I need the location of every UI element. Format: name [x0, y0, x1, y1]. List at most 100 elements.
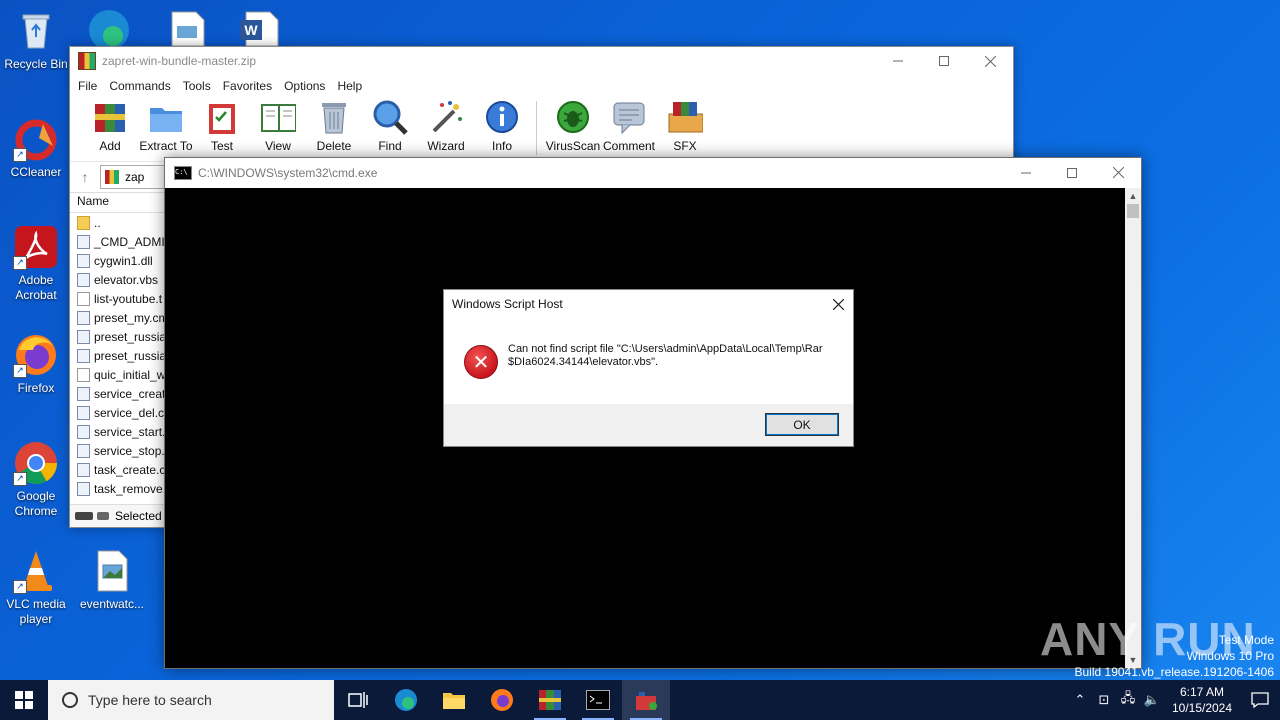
tray-app-button[interactable]: ⊡ — [1092, 692, 1116, 708]
watermark-line: Build 19041.vb_release.191206-1406 — [1074, 665, 1275, 679]
minimize-icon — [893, 60, 903, 62]
desktop-icon-edge-partial[interactable] — [86, 6, 132, 50]
taskbar-winrar[interactable] — [526, 680, 574, 720]
close-button[interactable] — [967, 47, 1013, 75]
up-folder-button[interactable]: ↑ — [70, 169, 100, 185]
notifications-button[interactable] — [1240, 680, 1280, 720]
list-item[interactable]: preset_my.cm — [70, 308, 165, 327]
toolbar-label: Delete — [316, 139, 352, 153]
winrar-titlebar[interactable]: zapret-win-bundle-master.zip — [70, 47, 1013, 75]
list-item[interactable]: .. — [70, 213, 165, 232]
toolbar-info-button[interactable]: Info — [474, 99, 530, 153]
desktop-icon-eventwatch[interactable]: eventwatc... — [76, 548, 148, 612]
notification-icon — [1251, 692, 1269, 708]
search-icon — [62, 692, 78, 708]
script-file-icon — [77, 234, 90, 249]
taskbar-search-box[interactable]: Type here to search — [48, 680, 334, 720]
script-host-dialog[interactable]: Windows Script Host ✕ Can not find scrip… — [443, 289, 854, 447]
list-item[interactable]: task_create.cr — [70, 460, 165, 479]
watermark-line: Windows 10 Pro — [1186, 649, 1274, 663]
menu-commands[interactable]: Commands — [103, 79, 176, 93]
desktop-icon-recycle-bin[interactable]: Recycle Bin — [0, 8, 72, 72]
show-hidden-icons-button[interactable]: ⌃ — [1068, 692, 1092, 708]
toolbar-view-button[interactable]: View — [250, 99, 306, 153]
scroll-thumb[interactable] — [1127, 204, 1139, 218]
menu-favorites[interactable]: Favorites — [217, 79, 278, 93]
desktop-icon-firefox[interactable]: ↗ Firefox — [0, 332, 72, 396]
toolbar-label: Find — [378, 139, 402, 153]
toolbar-delete-button[interactable]: Delete — [306, 99, 362, 153]
list-item[interactable]: list-youtube.t — [70, 289, 165, 308]
dialog-close-button[interactable] — [823, 290, 853, 318]
taskbar-edge[interactable] — [382, 680, 430, 720]
shortcut-arrow-icon: ↗ — [13, 580, 27, 594]
vertical-scrollbar[interactable]: ▲ ▼ — [1125, 188, 1141, 668]
task-view-button[interactable] — [334, 680, 382, 720]
column-header-name[interactable]: Name — [70, 190, 165, 213]
list-item[interactable]: service_del.cr — [70, 403, 165, 422]
list-item[interactable]: cygwin1.dll — [70, 251, 165, 270]
search-placeholder: Type here to search — [88, 692, 212, 708]
desktop-icon-google-chrome[interactable]: ↗ Google Chrome — [0, 440, 72, 519]
toolbar-test-button[interactable]: Test — [194, 99, 250, 153]
list-item[interactable]: _CMD_ADMIN — [70, 232, 165, 251]
trash-icon — [316, 99, 352, 135]
task-view-icon — [348, 692, 368, 708]
taskbar: Type here to search ⌃ ⊡ 🖧 🔈 6:17 AM 10/1… — [0, 680, 1280, 720]
close-button[interactable] — [1095, 159, 1141, 187]
toolbar-sfx-button[interactable]: SFX — [657, 99, 713, 153]
volume-button[interactable]: 🔈 — [1140, 692, 1164, 708]
minimize-button[interactable] — [1003, 159, 1049, 187]
list-item[interactable]: preset_russia. — [70, 327, 165, 346]
desktop-icon-adobe-acrobat[interactable]: ↗ Adobe Acrobat — [0, 224, 72, 303]
taskbar-cmd[interactable] — [574, 680, 622, 720]
dialog-body: ✕ Can not find script file "C:\Users\adm… — [444, 318, 853, 406]
taskbar-script-host[interactable] — [622, 680, 670, 720]
ok-button[interactable]: OK — [765, 413, 839, 436]
taskbar-firefox[interactable] — [478, 680, 526, 720]
maximize-button[interactable] — [1049, 159, 1095, 187]
list-item[interactable]: preset_russia_ — [70, 346, 165, 365]
network-button[interactable]: 🖧 — [1116, 689, 1140, 711]
menu-help[interactable]: Help — [331, 79, 368, 93]
menu-tools[interactable]: Tools — [177, 79, 217, 93]
google-chrome-icon: ↗ — [13, 440, 59, 486]
toolbar-virusscan-button[interactable]: VirusScan — [545, 99, 601, 153]
dialog-titlebar[interactable]: Windows Script Host — [444, 290, 853, 318]
toolbar-separator — [536, 101, 537, 155]
winrar-title: zapret-win-bundle-master.zip — [102, 54, 257, 68]
desktop-icon-ccleaner[interactable]: ↗ CCleaner — [0, 116, 72, 180]
list-item[interactable]: service_start.c — [70, 422, 165, 441]
taskbar-file-explorer[interactable] — [430, 680, 478, 720]
script-file-icon — [77, 310, 90, 325]
start-button[interactable] — [0, 680, 48, 720]
toolbar-add-button[interactable]: Add — [82, 99, 138, 153]
info-icon — [484, 99, 520, 135]
list-item[interactable]: service_create — [70, 384, 165, 403]
toolbar-wizard-button[interactable]: Wizard — [418, 99, 474, 153]
toolbar-find-button[interactable]: Find — [362, 99, 418, 153]
list-item[interactable]: quic_initial_w — [70, 365, 165, 384]
archive-icon — [105, 170, 119, 184]
toolbar-comment-button[interactable]: Comment — [601, 99, 657, 153]
desktop-icon-vlc[interactable]: ↗ VLC media player — [0, 548, 72, 627]
menu-options[interactable]: Options — [278, 79, 331, 93]
toolbar-extract-to-button[interactable]: Extract To — [138, 99, 194, 153]
desktop-icon-word-partial[interactable]: W — [238, 10, 280, 47]
list-item[interactable]: service_stop.c — [70, 441, 165, 460]
scroll-up-arrow-icon[interactable]: ▲ — [1125, 188, 1141, 204]
maximize-button[interactable] — [921, 47, 967, 75]
menu-file[interactable]: File — [72, 79, 103, 93]
minimize-button[interactable] — [875, 47, 921, 75]
dialog-footer: OK — [444, 404, 853, 446]
cmd-titlebar[interactable]: C:\ C:\WINDOWS\system32\cmd.exe — [165, 158, 1141, 187]
desktop-icon-label: Google Chrome — [14, 489, 58, 518]
taskbar-clock[interactable]: 6:17 AM 10/15/2024 — [1164, 684, 1240, 716]
list-item[interactable]: elevator.vbs — [70, 270, 165, 289]
script-file-icon — [77, 462, 90, 477]
desktop-icon-image-partial[interactable] — [168, 10, 208, 47]
script-file-icon — [77, 481, 90, 496]
winrar-toolbar: Add Extract To Test View Delete Find Wiz… — [70, 97, 1013, 162]
script-file-icon — [77, 386, 90, 401]
list-item[interactable]: task_remove. — [70, 479, 165, 498]
